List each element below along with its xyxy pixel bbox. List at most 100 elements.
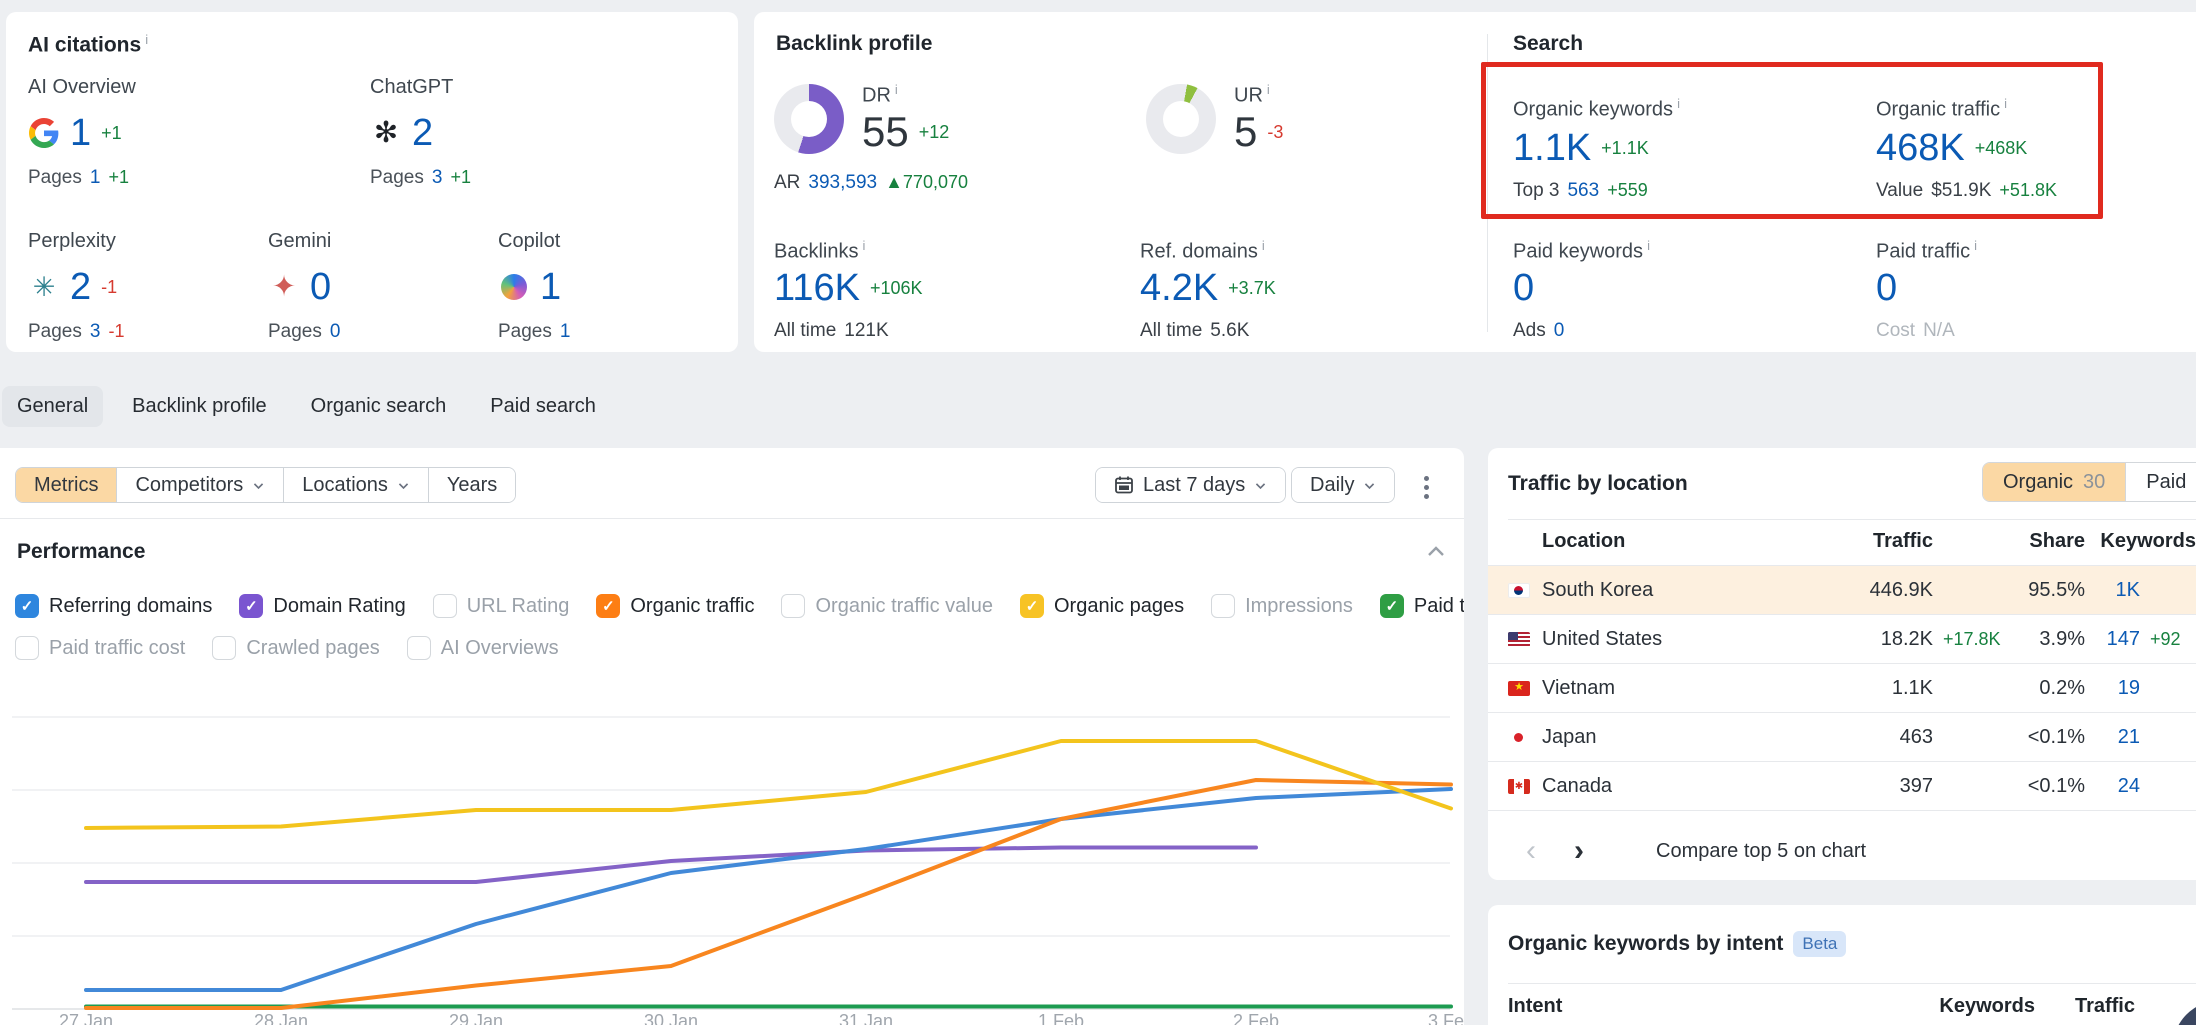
organic-traffic-value[interactable]: 468K — [1876, 127, 1965, 170]
table-row-united-states[interactable]: United States 18.2K +17.8K 3.9% 147 +92 — [1488, 614, 2196, 663]
col-keywords[interactable]: Keywords — [2085, 530, 2196, 553]
prev-page-chevron-icon[interactable]: ‹ — [1526, 836, 1536, 866]
pages-count[interactable]: 3 — [90, 321, 101, 343]
metric-checkbox[interactable]: ✓Referring domains — [15, 594, 212, 618]
citation-count[interactable]: 1 — [540, 266, 561, 309]
more-options-button[interactable] — [1418, 470, 1435, 505]
date-range-button[interactable]: Last 7 days — [1096, 468, 1285, 502]
col-location[interactable]: Location — [1542, 530, 1813, 553]
table-row-south-korea[interactable]: South Korea 446.9K 95.5% 1K — [1488, 565, 2196, 614]
table-row-vietnam[interactable]: Vietnam 1.1K 0.2% 19 — [1488, 663, 2196, 712]
traffic-by-location-title: Traffic by location — [1508, 472, 1688, 496]
years-button[interactable]: Years — [428, 468, 515, 502]
info-icon[interactable]: i — [2004, 96, 2007, 111]
citation-count[interactable]: 1 — [70, 112, 91, 155]
granularity-control: Daily — [1291, 467, 1395, 503]
checkbox-icon — [1211, 594, 1235, 618]
keywords-link[interactable]: 19 — [2085, 677, 2140, 700]
metric-checkbox[interactable]: ✓Domain Rating — [239, 594, 405, 618]
metric-checkbox[interactable]: ✓Organic traffic — [596, 594, 754, 618]
info-icon[interactable]: i — [1267, 82, 1270, 97]
location-table-header: Location Traffic Share Keywords — [1488, 530, 2196, 553]
gemini-icon: ✦ — [268, 273, 300, 302]
vietnam-flag-icon — [1508, 681, 1530, 696]
ar-label: AR — [774, 172, 800, 194]
ar-value[interactable]: 393,593 — [808, 172, 877, 194]
info-icon[interactable]: i — [1974, 238, 1977, 253]
keywords-link[interactable]: 1K — [2085, 579, 2140, 602]
paid-traffic-value[interactable]: 0 — [1876, 267, 1897, 310]
metric-checkbox[interactable]: Impressions — [1211, 594, 1353, 618]
keywords-link[interactable]: 147 — [2085, 628, 2140, 651]
ur-donut-chart — [1146, 84, 1216, 154]
alltime-value: 5.6K — [1210, 320, 1249, 342]
col-keywords[interactable]: Keywords — [1915, 995, 2035, 1018]
citation-count[interactable]: 2 — [412, 112, 433, 155]
value-label: Value — [1876, 180, 1923, 202]
info-icon[interactable]: i — [1647, 238, 1650, 253]
pages-count[interactable]: 1 — [90, 167, 101, 189]
backlink-search-card: Backlink profile DRi 55 +12 AR 393,593 ▲… — [754, 12, 2196, 352]
table-row-japan[interactable]: Japan 463 <0.1% 21 — [1488, 712, 2196, 761]
top3-value[interactable]: 563 — [1567, 180, 1599, 202]
citation-count[interactable]: 0 — [310, 266, 331, 309]
tab-organic-search[interactable]: Organic search — [296, 386, 462, 427]
tab-backlink-profile[interactable]: Backlink profile — [117, 386, 282, 427]
table-row-canada[interactable]: Canada 397 <0.1% 24 — [1488, 761, 2196, 810]
metric-checkbox[interactable]: ✓Organic pages — [1020, 594, 1184, 618]
col-intent[interactable]: Intent — [1508, 995, 1915, 1018]
pages-count[interactable]: 1 — [560, 321, 571, 343]
organic-keywords-value[interactable]: 1.1K — [1513, 127, 1591, 170]
granularity-button[interactable]: Daily — [1292, 468, 1394, 502]
share-value: 3.9% — [1997, 628, 2085, 651]
backlinks-value[interactable]: 116K — [774, 267, 860, 310]
paid-keywords-value[interactable]: 0 — [1513, 267, 1534, 310]
organic-toggle-button[interactable]: Organic30 — [1983, 463, 2125, 501]
value-amount: $51.9K — [1931, 180, 1991, 202]
paid-toggle-button[interactable]: Paid0 — [2125, 463, 2196, 501]
chart-filter-group: Metrics Competitors Locations Years — [15, 467, 516, 503]
traffic-type-toggle: Organic30 Paid0 — [1982, 462, 2196, 502]
col-share[interactable]: Share — [1997, 530, 2085, 553]
location-pagination: ‹ › Compare top 5 on chart — [1526, 836, 1866, 866]
metric-checkbox[interactable]: URL Rating — [433, 594, 570, 618]
keywords-link[interactable]: 21 — [2085, 726, 2140, 749]
collapse-chevron-icon[interactable] — [1426, 544, 1446, 560]
series-organic-traffic — [86, 780, 1451, 1008]
country-name: Canada — [1542, 775, 1813, 798]
pages-count[interactable]: 0 — [330, 321, 341, 343]
traffic-value: 446.9K — [1813, 579, 1933, 602]
competitors-button[interactable]: Competitors — [116, 468, 283, 502]
info-icon[interactable]: i — [1677, 96, 1680, 111]
chevron-down-icon — [397, 479, 410, 492]
locations-button[interactable]: Locations — [283, 468, 428, 502]
chatgpt-icon: ✻ — [370, 119, 402, 148]
info-icon[interactable]: i — [862, 238, 865, 253]
dr-label: DR — [862, 85, 891, 107]
citation-delta: -1 — [101, 277, 117, 298]
performance-title: Performance — [17, 540, 145, 564]
x-axis-label: 29 Jan — [449, 1011, 503, 1025]
tab-general[interactable]: General — [2, 386, 103, 427]
next-page-chevron-icon[interactable]: › — [1574, 836, 1584, 866]
info-icon[interactable]: i — [1262, 238, 1265, 253]
performance-line-chart[interactable]: 27 Jan28 Jan29 Jan30 Jan31 Jan1 Feb2 Feb… — [0, 653, 1464, 1025]
citation-count[interactable]: 2 — [70, 266, 91, 309]
ads-value[interactable]: 0 — [1554, 320, 1565, 342]
keywords-link[interactable]: 24 — [2085, 775, 2140, 798]
alltime-label: All time — [1140, 320, 1202, 342]
keywords-by-intent-title: Organic keywords by intent — [1508, 932, 1783, 956]
pages-count[interactable]: 3 — [432, 167, 443, 189]
info-icon[interactable]: i — [145, 32, 148, 47]
col-traffic[interactable]: Traffic — [2035, 995, 2135, 1018]
info-icon[interactable]: i — [895, 82, 898, 97]
metric-checkbox[interactable]: ✓Paid traffic — [1380, 594, 1464, 618]
metric-checkbox[interactable]: Organic traffic value — [781, 594, 993, 618]
metrics-button[interactable]: Metrics — [16, 468, 116, 502]
ref-domains-value[interactable]: 4.2K — [1140, 267, 1218, 310]
compare-top5-link[interactable]: Compare top 5 on chart — [1656, 840, 1866, 863]
col-traffic[interactable]: Traffic — [1813, 530, 1933, 553]
tab-paid-search[interactable]: Paid search — [475, 386, 611, 427]
pages-label: Pages — [268, 321, 322, 343]
top3-label: Top 3 — [1513, 180, 1559, 202]
